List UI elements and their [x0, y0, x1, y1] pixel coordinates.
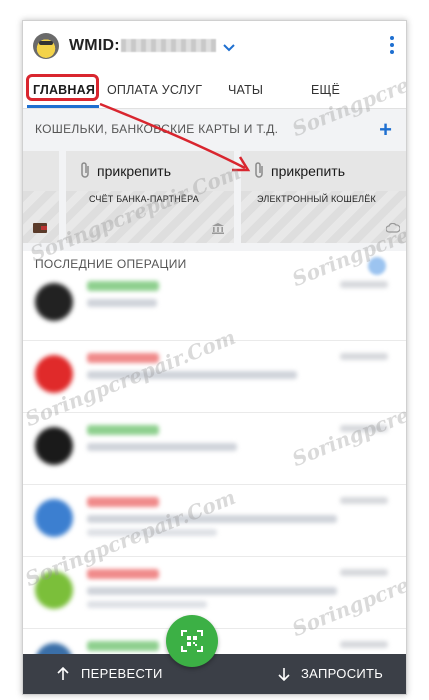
list-item[interactable] — [23, 413, 406, 485]
bottom-action-bar: ПЕРЕВЕСТИ ЗАПРОСИТЬ — [23, 654, 406, 694]
wallet-icon — [33, 223, 47, 233]
kebab-menu-icon[interactable] — [390, 36, 394, 54]
paperclip-icon — [253, 161, 265, 184]
operations-section-title: ПОСЛЕДНИЕ ОПЕРАЦИИ — [35, 257, 187, 271]
qr-code-icon — [181, 630, 203, 652]
avatar[interactable] — [33, 33, 59, 59]
request-label: ЗАПРОСИТЬ — [301, 666, 384, 681]
tab-chats[interactable]: ЧАТЫ — [228, 83, 263, 97]
qr-scan-button[interactable] — [166, 615, 218, 667]
tab-payments[interactable]: ОПЛАТА УСЛУГ — [107, 83, 202, 97]
attach-label: прикрепить — [271, 163, 345, 179]
list-item[interactable] — [23, 341, 406, 413]
plus-icon[interactable]: + — [379, 117, 392, 143]
send-label: ПЕРЕВЕСТИ — [81, 666, 163, 681]
list-item[interactable] — [23, 485, 406, 557]
wallet-card-partial[interactable] — [23, 151, 59, 243]
tab-bar: ГЛАВНАЯ ОПЛАТА УСЛУГ ЧАТЫ ЕЩЁ — [23, 71, 406, 109]
wmid-value-redacted — [121, 39, 216, 52]
card-subtitle: ЭЛЕКТРОННЫЙ КОШЕЛЁК — [257, 194, 376, 204]
attach-label: прикрепить — [97, 163, 171, 179]
request-button[interactable]: ЗАПРОСИТЬ — [258, 654, 406, 694]
paperclip-icon — [79, 161, 91, 184]
tab-more[interactable]: ЕЩЁ — [311, 83, 340, 97]
card-subtitle: СЧЁТ БАНКА-ПАРТНЁРА — [89, 194, 199, 204]
wallets-section-title: КОШЕЛЬКИ, БАНКОВСКИЕ КАРТЫ И Т.Д. — [35, 122, 279, 136]
arrow-down-icon — [278, 668, 290, 681]
list-item[interactable] — [23, 269, 406, 341]
filter-icon[interactable] — [368, 257, 386, 275]
app-header: WMID: — [23, 21, 406, 71]
list-item[interactable] — [23, 557, 406, 629]
cloud-icon — [386, 223, 400, 233]
chevron-down-icon[interactable] — [223, 39, 235, 55]
tab-active-indicator — [27, 105, 99, 108]
wallet-card-bank[interactable]: прикрепить СЧЁТ БАНКА-ПАРТНЁРА — [66, 151, 234, 243]
arrow-up-icon — [57, 667, 69, 680]
wallet-card-ewallet[interactable]: прикрепить ЭЛЕКТРОННЫЙ КОШЕЛЁК — [241, 151, 406, 243]
bank-icon — [212, 223, 224, 234]
tab-main[interactable]: ГЛАВНАЯ — [33, 83, 95, 97]
app-window: WMID: ГЛАВНАЯ ОПЛАТА УСЛУГ ЧАТЫ ЕЩЁ КОШЕ… — [22, 20, 407, 695]
wmid-label: WMID: — [69, 37, 120, 54]
send-button[interactable]: ПЕРЕВЕСТИ — [23, 654, 173, 694]
